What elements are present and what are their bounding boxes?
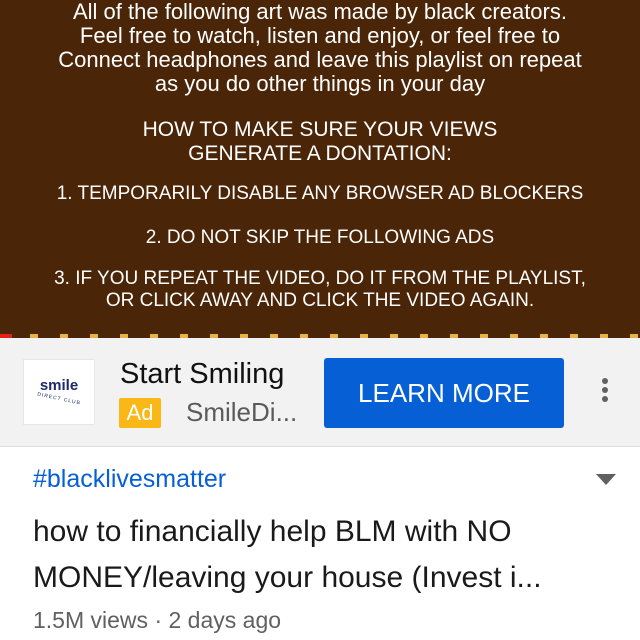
intro-line: All of the following art was made by bla… [72, 0, 567, 24]
video-title-line: how to financially help BLM with NO [33, 515, 512, 548]
more-vert-icon[interactable] [598, 378, 612, 410]
video-title[interactable]: how to financially help BLM with NO MONE… [33, 509, 593, 601]
ad-bar[interactable]: smile DIRECT CLUB Start Smiling Ad Smile… [0, 338, 640, 447]
video-title-line: MONEY/leaving your house (Invest i... [33, 561, 542, 594]
intro-text: All of the following art was made by bla… [0, 0, 640, 96]
howto-heading: HOW TO MAKE SURE YOUR VIEWS GENERATE A D… [0, 118, 640, 166]
intro-line: Connect headphones and leave this playli… [58, 47, 582, 72]
intro-line: Feel free to watch, listen and enjoy, or… [79, 23, 561, 48]
ad-domain[interactable]: SmileDi... [186, 397, 297, 428]
advertiser-logo[interactable]: smile DIRECT CLUB [23, 359, 95, 425]
ad-badge: Ad [119, 398, 161, 428]
step-3-line: OR CLICK AWAY AND CLICK THE VIDEO AGAIN. [105, 290, 535, 311]
step-2: 2. DO NOT SKIP THE FOLLOWING ADS [145, 227, 495, 248]
howto-line: GENERATE A DONTATION: [188, 142, 452, 165]
step-3: 3. IF YOU REPEAT THE VIDEO, DO IT FROM T… [0, 268, 640, 312]
ad-title[interactable]: Start Smiling [120, 358, 284, 391]
howto-line: HOW TO MAKE SURE YOUR VIEWS [142, 118, 498, 141]
chevron-down-icon[interactable] [596, 474, 616, 485]
intro-line: as you do other things in your day [154, 71, 486, 96]
step-3-line: 3. IF YOU REPEAT THE VIDEO, DO IT FROM T… [54, 268, 586, 289]
video-info: #blacklivesmatter how to financially hel… [0, 447, 640, 640]
hashtag-link[interactable]: #blacklivesmatter [33, 465, 226, 494]
meta-separator: · [154, 607, 163, 633]
learn-more-button[interactable]: LEARN MORE [324, 358, 564, 428]
video-meta: 1.5M views · 2 days ago [33, 607, 281, 634]
step-1: 1. TEMPORARILY DISABLE ANY BROWSER AD BL… [56, 183, 584, 204]
view-count: 1.5M views [33, 607, 149, 633]
video-player[interactable]: All of the following art was made by bla… [0, 0, 640, 338]
upload-age: 2 days ago [168, 607, 282, 633]
